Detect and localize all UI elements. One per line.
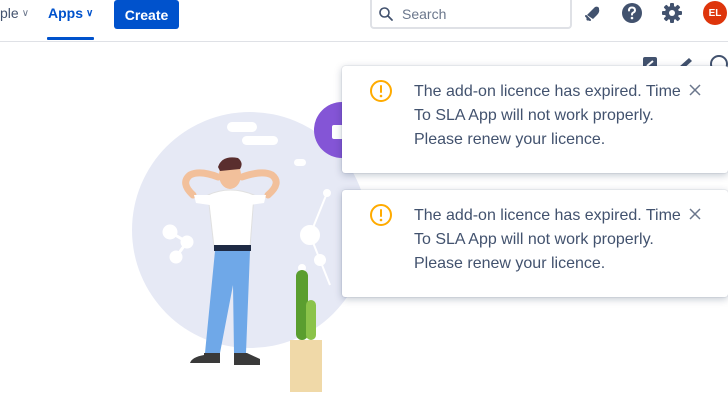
licence-expired-flag: The add-on licence has expired. Time To … xyxy=(342,190,728,297)
nav-people-label: ple xyxy=(0,5,19,21)
search-placeholder: Search xyxy=(402,5,447,22)
search-input[interactable]: Search xyxy=(370,0,572,29)
flag-message: The add-on licence has expired. Time To … xyxy=(414,207,681,272)
notification-bell-icon[interactable] xyxy=(582,2,604,24)
chevron-down-icon: ∨ xyxy=(86,7,94,19)
help-icon[interactable] xyxy=(621,2,643,24)
settings-icon[interactable] xyxy=(661,2,683,24)
licence-expired-flag: The add-on licence has expired. Time To … xyxy=(342,66,728,173)
search-icon xyxy=(379,6,393,21)
nav-people-dropdown[interactable]: ple ∨ xyxy=(0,5,29,21)
active-nav-indicator xyxy=(47,37,94,40)
warning-icon xyxy=(370,204,392,226)
create-button[interactable]: Create xyxy=(114,0,179,29)
avatar[interactable]: EL xyxy=(703,1,727,25)
close-icon[interactable] xyxy=(689,208,701,220)
close-icon[interactable] xyxy=(689,84,701,96)
nav-apps-label: Apps xyxy=(48,5,83,21)
warning-icon xyxy=(370,80,392,102)
chevron-down-icon: ∨ xyxy=(21,7,30,19)
nav-apps-dropdown[interactable]: Apps ∨ xyxy=(48,5,93,21)
flag-message: The add-on licence has expired. Time To … xyxy=(414,83,681,148)
top-navigation-bar: ple ∨ Apps ∨ Create Search EL xyxy=(0,0,728,42)
